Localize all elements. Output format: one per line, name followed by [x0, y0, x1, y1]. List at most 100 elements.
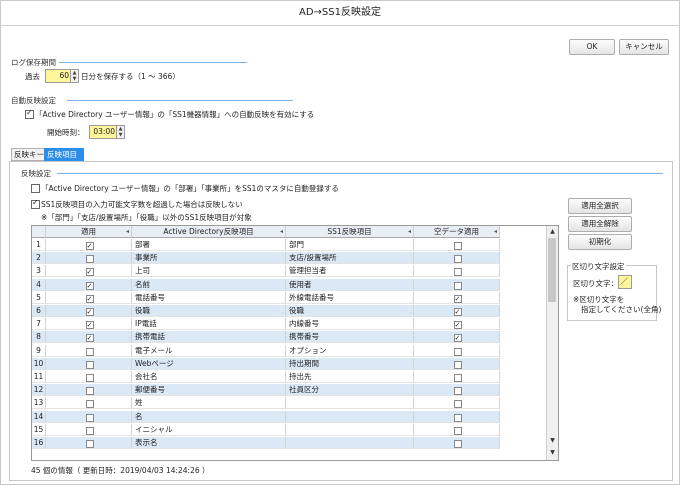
stepper-arrows[interactable]: ▲ ▼ — [116, 126, 124, 138]
apply-checkbox[interactable] — [85, 387, 94, 396]
empty-apply-checkbox[interactable] — [453, 374, 462, 382]
empty-apply-checkbox[interactable] — [453, 255, 462, 264]
skip-overflow-checkbox[interactable] — [31, 198, 40, 209]
empty-apply-cell[interactable] — [414, 410, 500, 423]
empty-apply-cell[interactable] — [414, 252, 500, 265]
empty-apply-checkbox[interactable] — [453, 387, 462, 396]
apply-cell[interactable] — [46, 252, 132, 265]
table-row[interactable]: 1 部署部門 — [32, 239, 500, 251]
table-row[interactable]: 3 上司管理担当者 — [32, 265, 500, 278]
apply-cell[interactable] — [46, 437, 132, 449]
table-row[interactable]: 11 会社名 持出先 — [32, 371, 500, 383]
apply-cell[interactable] — [46, 305, 132, 317]
table-row[interactable]: 15 イニシャル — [32, 423, 500, 436]
apply-checkbox[interactable] — [85, 440, 94, 448]
apply-cell[interactable] — [46, 397, 132, 410]
apply-checkbox[interactable] — [85, 374, 94, 382]
empty-apply-cell[interactable] — [414, 291, 500, 304]
apply-checkbox[interactable] — [85, 306, 94, 316]
empty-apply-checkbox[interactable] — [453, 332, 462, 343]
log-days-stepper[interactable]: 60 ▲ ▼ — [45, 69, 79, 83]
apply-checkbox[interactable] — [85, 293, 94, 303]
arrow-down-icon[interactable]: ▼ — [117, 132, 124, 138]
empty-apply-checkbox[interactable] — [453, 426, 462, 435]
apply-checkbox[interactable] — [85, 280, 94, 290]
table-row[interactable]: 8 携帯電話携帯番号 — [32, 331, 500, 344]
table-row[interactable]: 2 事業所 支店/設置場所 — [32, 252, 500, 265]
select-all-button[interactable]: 適用全選択 — [568, 198, 632, 214]
sort-icon[interactable]: ◂ — [494, 226, 497, 238]
apply-checkbox[interactable] — [85, 332, 94, 343]
sort-icon[interactable]: ◂ — [126, 226, 129, 238]
ok-button[interactable]: OK — [569, 39, 615, 55]
sort-icon[interactable]: ◂ — [408, 226, 411, 238]
empty-apply-checkbox[interactable] — [453, 242, 462, 250]
empty-apply-cell[interactable] — [414, 278, 500, 291]
empty-apply-checkbox[interactable] — [453, 293, 462, 303]
apply-cell[interactable] — [46, 423, 132, 436]
apply-checkbox[interactable] — [85, 360, 94, 369]
apply-checkbox[interactable] — [85, 413, 94, 422]
empty-apply-cell[interactable] — [414, 357, 500, 370]
scroll-up-icon[interactable]: ▲ — [547, 227, 558, 237]
scroll-end-icon[interactable]: ▼ — [547, 448, 558, 458]
table-row[interactable]: 10 Webページ 持出期間 — [32, 357, 500, 370]
apply-checkbox[interactable] — [85, 255, 94, 264]
start-time-stepper[interactable]: 03:00 ▲ ▼ — [89, 125, 125, 139]
table-row[interactable]: 4 名前使用者 — [32, 278, 500, 291]
table-row[interactable]: 16 表示名 — [32, 437, 500, 449]
apply-checkbox[interactable] — [85, 347, 94, 356]
apply-cell[interactable] — [46, 357, 132, 370]
apply-cell[interactable] — [46, 384, 132, 397]
apply-cell[interactable] — [46, 239, 132, 251]
grid-scrollbar[interactable]: ▲ ▼ ▼ — [546, 226, 558, 460]
empty-apply-cell[interactable] — [414, 437, 500, 449]
empty-apply-checkbox[interactable] — [453, 306, 462, 316]
stepper-arrows[interactable]: ▲ ▼ — [70, 70, 78, 82]
empty-apply-cell[interactable] — [414, 239, 500, 251]
table-row[interactable]: 13 姓 — [32, 397, 500, 410]
empty-apply-cell[interactable] — [414, 384, 500, 397]
empty-apply-checkbox[interactable] — [453, 440, 462, 448]
delimiter-input[interactable]: ／ — [618, 275, 632, 289]
arrow-down-icon[interactable]: ▼ — [71, 76, 78, 82]
apply-cell[interactable] — [46, 410, 132, 423]
apply-cell[interactable] — [46, 265, 132, 278]
apply-checkbox[interactable] — [85, 266, 94, 277]
empty-apply-cell[interactable] — [414, 423, 500, 436]
apply-cell[interactable] — [46, 318, 132, 331]
cancel-button[interactable]: キャンセル — [619, 39, 669, 55]
header-ad-item[interactable]: Active Directory反映項目 ◂ — [132, 226, 286, 238]
register-master-checkbox[interactable] — [31, 184, 40, 193]
apply-checkbox[interactable] — [85, 319, 94, 330]
empty-apply-checkbox[interactable] — [453, 281, 462, 290]
empty-apply-checkbox[interactable] — [453, 413, 462, 422]
reflect-items-grid[interactable]: 適用 ◂ Active Directory反映項目 ◂ SS1反映項目 ◂ 空データ適… — [31, 225, 559, 461]
tab-reflect-items[interactable]: 反映項目 — [44, 148, 84, 161]
empty-apply-checkbox[interactable] — [453, 319, 462, 330]
reset-button[interactable]: 初期化 — [568, 234, 632, 250]
apply-checkbox[interactable] — [85, 240, 94, 250]
table-row[interactable]: 7 IP電話内線番号 — [32, 318, 500, 331]
empty-apply-cell[interactable] — [414, 371, 500, 383]
clear-all-button[interactable]: 適用全解除 — [568, 216, 632, 232]
table-row[interactable]: 12 郵便番号 社員区分 — [32, 384, 500, 397]
apply-cell[interactable] — [46, 278, 132, 291]
sort-icon[interactable]: ◂ — [280, 226, 283, 238]
header-empty-apply[interactable]: 空データ適用 ◂ — [414, 226, 500, 238]
apply-checkbox[interactable] — [85, 426, 94, 435]
empty-apply-checkbox[interactable] — [453, 400, 462, 409]
table-row[interactable]: 14 名 — [32, 410, 500, 423]
header-ss1-item[interactable]: SS1反映項目 ◂ — [286, 226, 414, 238]
apply-cell[interactable] — [46, 291, 132, 304]
empty-apply-cell[interactable] — [414, 331, 500, 344]
empty-apply-checkbox[interactable] — [453, 360, 462, 369]
scrollbar-thumb[interactable] — [548, 238, 556, 302]
table-row[interactable]: 5 電話番号外線電話番号 — [32, 291, 500, 304]
empty-apply-checkbox[interactable] — [453, 347, 462, 356]
empty-apply-cell[interactable] — [414, 305, 500, 317]
scroll-down-icon[interactable]: ▼ — [547, 436, 558, 446]
apply-cell[interactable] — [46, 371, 132, 383]
table-row[interactable]: 6 役職役職 — [32, 305, 500, 317]
empty-apply-cell[interactable] — [414, 344, 500, 357]
